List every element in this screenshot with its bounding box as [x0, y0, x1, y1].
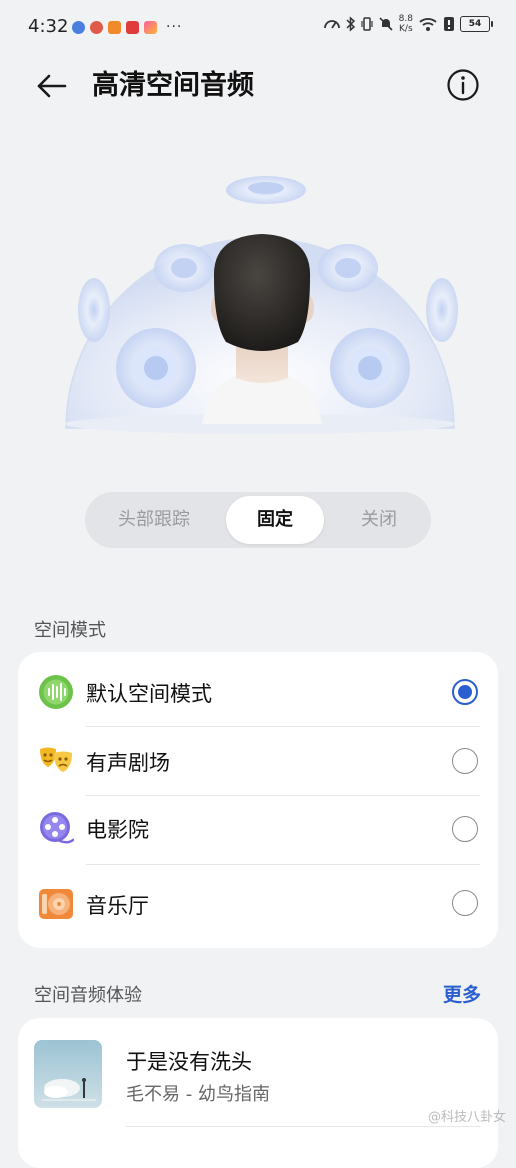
song-card[interactable]: 于是没有洗头 毛不易 - 幼鸟指南 — [18, 1018, 498, 1168]
app-icon-blue — [72, 20, 85, 34]
more-link[interactable]: 更多 — [443, 980, 481, 1007]
mode-label-default: 默认空间模式 — [86, 682, 212, 706]
vibrate-icon — [361, 17, 373, 31]
info-icon[interactable] — [446, 68, 480, 102]
film-reel-icon — [40, 812, 74, 844]
notification-icons: ··· — [72, 19, 182, 35]
mode-label-audio-theater: 有声剧场 — [86, 751, 170, 775]
divider — [126, 1126, 480, 1127]
mode-row-default[interactable]: 默认空间模式 — [18, 658, 498, 726]
song-subtitle: 毛不易 - 幼鸟指南 — [126, 1084, 270, 1105]
back-arrow-icon[interactable] — [34, 68, 70, 104]
mode-row-audio-theater[interactable]: 有声剧场 — [18, 727, 498, 795]
radio-concert-hall[interactable] — [452, 890, 478, 916]
mode-row-concert-hall[interactable]: 音乐厅 — [18, 868, 498, 936]
watermark: @科技八卦女 — [427, 1110, 506, 1125]
spatial-audio-illustration — [65, 176, 458, 434]
waveform-icon — [39, 675, 73, 709]
mute-bell-icon — [379, 17, 393, 31]
status-right: 8.8 K/s 54 — [323, 14, 493, 34]
app-icon-red — [90, 20, 103, 34]
more-notifications-icon: ··· — [166, 19, 183, 35]
status-time: 4:32 — [28, 16, 69, 37]
spatial-mode-heading: 空间模式 — [34, 620, 106, 641]
bluetooth-icon — [346, 16, 355, 32]
divider — [86, 864, 480, 865]
wifi-icon — [419, 18, 437, 31]
head-tracking-segmented-control: 头部跟踪 固定 关闭 — [85, 492, 431, 548]
radio-default[interactable] — [452, 679, 478, 705]
net-speed: 8.8 K/s — [399, 14, 413, 34]
mode-label-cinema: 电影院 — [86, 818, 149, 842]
album-art — [34, 1040, 102, 1108]
mode-row-cinema[interactable]: 电影院 — [18, 796, 498, 864]
theater-masks-icon — [40, 747, 72, 772]
spatial-mode-card: 默认空间模式 有声剧场 电影院 音乐厅 — [18, 652, 498, 948]
song-title: 于是没有洗头 — [126, 1050, 252, 1074]
tab-fixed[interactable]: 固定 — [226, 496, 324, 544]
net-speed-value: 8.8 — [398, 14, 413, 24]
app-icon-gradient — [144, 20, 157, 34]
battery-icon: 54 — [460, 16, 493, 32]
app-icon-orange — [108, 20, 121, 34]
status-bar: 4:32 ··· 8.8 K/s 54 — [0, 0, 516, 56]
experience-heading: 空间音频体验 — [34, 985, 142, 1006]
music-hall-icon — [39, 889, 73, 919]
page-title: 高清空间音频 — [92, 70, 254, 101]
alert-icon — [444, 17, 454, 31]
speedometer-icon — [323, 20, 340, 29]
radio-cinema[interactable] — [452, 816, 478, 842]
tab-off[interactable]: 关闭 — [331, 496, 427, 544]
net-speed-unit: K/s — [399, 24, 413, 34]
app-icon-red-square — [126, 20, 139, 34]
mode-label-concert-hall: 音乐厅 — [86, 894, 149, 918]
radio-audio-theater[interactable] — [452, 748, 478, 774]
tab-head-tracking[interactable]: 头部跟踪 — [89, 496, 219, 544]
